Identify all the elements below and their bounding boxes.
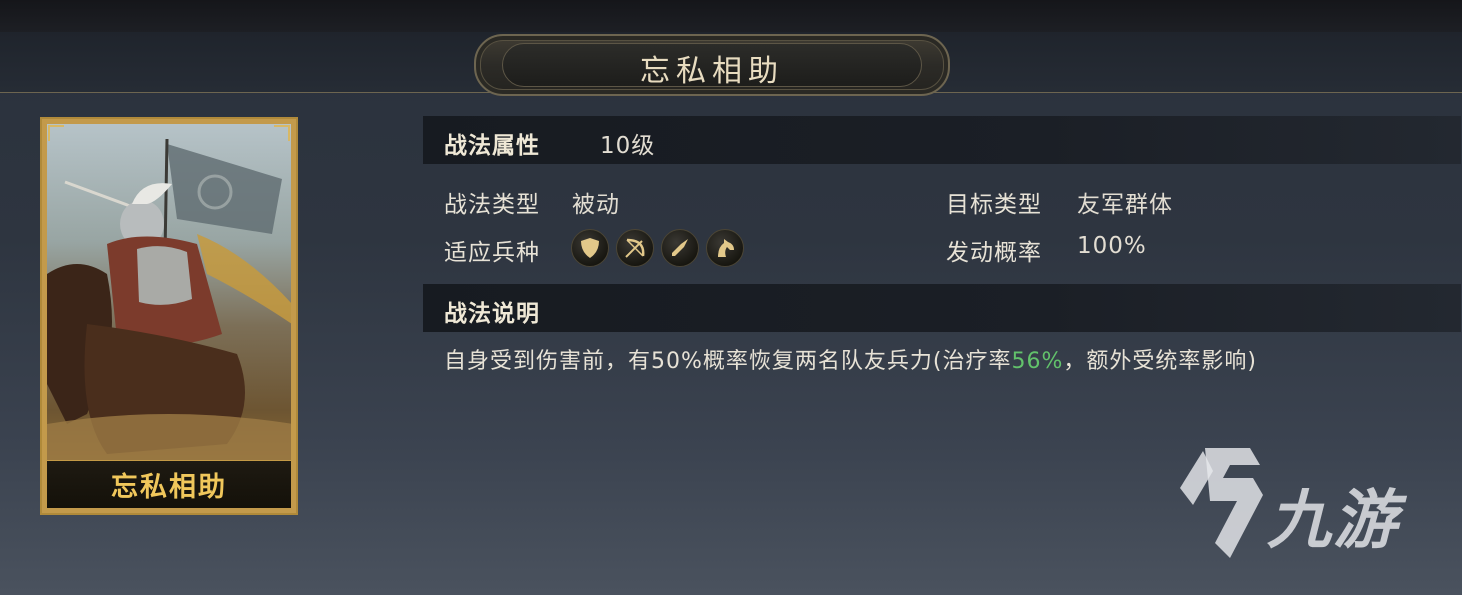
healing-rate-highlight: 56% (1011, 349, 1064, 374)
skill-type-label: 战法类型 (444, 192, 540, 218)
general-on-horse-illustration (47, 138, 291, 461)
card-corner-ornament (48, 125, 64, 141)
title-plate: 忘私相助 (474, 34, 950, 96)
target-type-value: 友军群体 (1077, 192, 1173, 218)
card-artwork (47, 124, 291, 461)
description-header: 战法说明 (423, 284, 1461, 332)
skill-description: 自身受到伤害前，有50%概率恢复两名队友兵力(治疗率56%，额外受统率影响) (444, 343, 1257, 375)
target-type-label: 目标类型 (946, 192, 1042, 218)
card-name: 忘私相助 (47, 460, 291, 508)
horse-icon (706, 229, 744, 267)
bow-icon (616, 229, 654, 267)
nine-game-logo-icon (1180, 448, 1263, 558)
trigger-rate-label: 发动概率 (946, 240, 1042, 266)
watermark-text: 九游 (1267, 484, 1399, 558)
skill-level: 10级 (600, 133, 656, 159)
card-corner-ornament (274, 125, 290, 141)
spear-icon (661, 229, 699, 267)
skill-type-value: 被动 (572, 192, 620, 218)
watermark-logo: 九游 (1175, 443, 1445, 563)
attributes-section-label: 战法属性 (444, 133, 540, 159)
skill-card[interactable]: 忘私相助 (40, 117, 298, 515)
description-text-after: ，额外受统率影响) (1063, 349, 1257, 374)
page-title: 忘私相助 (640, 54, 784, 89)
description-text-before: 自身受到伤害前，有50%概率恢复两名队友兵力(治疗率 (444, 349, 1012, 374)
description-section-label: 战法说明 (444, 301, 540, 327)
top-strip (0, 0, 1462, 32)
shield-icon (571, 229, 609, 267)
unit-types-label: 适应兵种 (444, 240, 540, 266)
trigger-rate-value: 100% (1077, 233, 1147, 259)
attributes-header: 战法属性 10级 (423, 116, 1461, 164)
